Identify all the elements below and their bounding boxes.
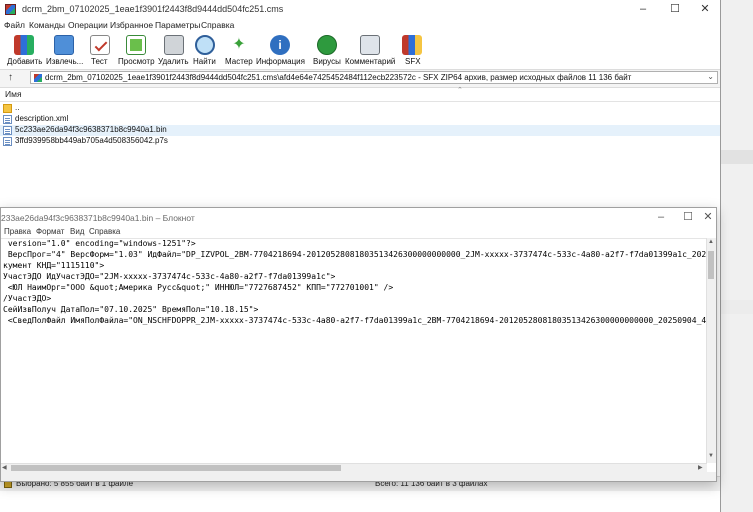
wizard-icon: ✦ xyxy=(232,36,246,53)
menu-format[interactable]: Формат xyxy=(36,227,64,236)
file-icon xyxy=(3,126,12,135)
text-line: СейИзвПолуч ДатаПол="07.10.2025" ВремяПо… xyxy=(3,305,259,314)
comment-label: Комментарий xyxy=(345,57,396,66)
menu-edit[interactable]: Правка xyxy=(4,227,31,236)
sort-chevron-icon: ⌃ xyxy=(457,87,463,94)
text-line: УчастЭДО ИдУчастЭДО="2JM-xxxxx-3737474c-… xyxy=(3,272,336,281)
file-icon xyxy=(3,137,12,146)
text-line: version="1.0" encoding="windows-1251"?> xyxy=(3,239,196,248)
file-row-p7s[interactable]: 3ffd939958bb449ab705a4d508356042.p7s xyxy=(0,136,720,147)
address-field[interactable]: dcrm_2bm_07102025_1eae1f3901f2443f8d9444… xyxy=(30,71,718,84)
find-icon xyxy=(195,35,215,55)
address-bar: ↑ dcrm_2bm_07102025_1eae1f3901f2443f8d94… xyxy=(0,69,720,88)
column-name-header[interactable]: Имя xyxy=(5,89,22,99)
text-line: <СведПолФайл ИмяПолФайла="ON_NSCHFDOPPR_… xyxy=(3,316,707,325)
vertical-scroll-thumb[interactable] xyxy=(708,251,714,279)
file-name: description.xml xyxy=(15,114,69,123)
background-row xyxy=(721,300,753,314)
scroll-up-icon[interactable]: ▲ xyxy=(708,239,714,245)
winrar-titlebar: dcrm_2bm_07102025_1eae1f3901f2443f8d9444… xyxy=(0,0,720,19)
maximize-button[interactable]: ☐ xyxy=(660,0,690,19)
menu-favorites[interactable]: Избранное xyxy=(110,20,153,30)
notepad-close-button[interactable]: ✕ xyxy=(693,208,723,227)
scroll-left-icon[interactable]: ◀ xyxy=(2,464,7,471)
file-row-parent[interactable]: .. xyxy=(0,103,720,114)
up-arrow-icon[interactable]: ↑ xyxy=(8,72,13,83)
file-list-header: Имя ⌃ xyxy=(0,87,720,102)
winrar-toolbar: Добавить Извлечь... Тест Просмотр Удалит… xyxy=(0,31,720,69)
file-icon xyxy=(3,115,12,124)
sfx-icon xyxy=(402,35,422,55)
background-row xyxy=(721,150,753,164)
winrar-app-icon xyxy=(5,4,16,15)
notepad-titlebar: 233ae26da94f3c9638371b8c9940a1.bin – Бло… xyxy=(1,208,716,227)
info-label: Информация xyxy=(256,57,305,66)
test-label: Тест xyxy=(91,57,108,66)
notepad-minimize-button[interactable]: – xyxy=(646,208,676,227)
comment-icon xyxy=(360,35,380,55)
trash-icon xyxy=(164,35,184,55)
notepad-window: 233ae26da94f3c9638371b8c9940a1.bin – Бло… xyxy=(0,207,717,482)
text-line: <ЮЛ НаимОрг="ООО &quot;Америка Русс&quot… xyxy=(3,283,394,292)
view-icon xyxy=(126,35,146,55)
notepad-text-area[interactable]: version="1.0" encoding="windows-1251"?> … xyxy=(1,238,707,464)
menu-operations[interactable]: Операции xyxy=(68,20,108,30)
add-archive-icon xyxy=(14,35,34,55)
folder-icon xyxy=(3,104,12,113)
menu-commands[interactable]: Команды xyxy=(29,20,65,30)
scroll-down-icon[interactable]: ▼ xyxy=(708,453,714,459)
find-label: Найти xyxy=(193,57,216,66)
file-name: 3ffd939958bb449ab705a4d508356042.p7s xyxy=(15,136,168,145)
close-button[interactable]: ✕ xyxy=(690,0,720,19)
file-row-description[interactable]: description.xml xyxy=(0,114,720,125)
sfx-label: SFX xyxy=(405,57,421,66)
menu-help[interactable]: Справка xyxy=(89,227,120,236)
horizontal-scroll-thumb[interactable] xyxy=(11,465,341,471)
winrar-title: dcrm_2bm_07102025_1eae1f3901f2443f8d9444… xyxy=(22,4,284,14)
winrar-menubar: Файл Команды Операции Избранное Параметр… xyxy=(0,19,720,31)
file-row-bin[interactable]: 5c233ae26da94f3c9638371b8c9940a1.bin xyxy=(0,125,720,136)
view-label: Просмотр xyxy=(118,57,155,66)
archive-icon xyxy=(34,74,42,82)
scroll-right-icon[interactable]: ▶ xyxy=(698,464,703,471)
file-name: .. xyxy=(15,103,20,112)
notepad-title: 233ae26da94f3c9638371b8c9940a1.bin – Бло… xyxy=(1,213,195,223)
delete-label: Удалить xyxy=(158,57,189,66)
menu-view[interactable]: Вид xyxy=(70,227,84,236)
notepad-menubar: Правка Формат Вид Справка xyxy=(1,227,716,238)
extract-label: Извлечь... xyxy=(46,57,84,66)
virus-label: Вирусы xyxy=(313,57,341,66)
add-label: Добавить xyxy=(7,57,43,66)
text-line: ВерсПрог="4" ВерсФорм="1.03" ИдФайл="DP_… xyxy=(3,250,707,259)
text-line: /УчастЭДО> xyxy=(3,294,52,303)
text-line: кумент КНД="1115110"> xyxy=(3,261,105,270)
virus-icon xyxy=(317,35,337,55)
address-path: dcrm_2bm_07102025_1eae1f3901f2443f8d9444… xyxy=(45,73,632,82)
wizard-label: Мастер xyxy=(225,57,253,66)
notepad-statusbar xyxy=(1,472,716,481)
chevron-down-icon[interactable]: ⌄ xyxy=(707,72,714,81)
extract-folder-icon xyxy=(54,35,74,55)
test-icon xyxy=(90,35,110,55)
menu-options[interactable]: Параметры xyxy=(155,20,200,30)
vertical-scrollbar[interactable]: ▲ ▼ xyxy=(706,238,716,463)
background-window-edge xyxy=(720,0,753,512)
minimize-button[interactable]: – xyxy=(628,0,658,19)
file-name: 5c233ae26da94f3c9638371b8c9940a1.bin xyxy=(15,125,167,134)
menu-file[interactable]: Файл xyxy=(4,20,25,30)
info-icon: i xyxy=(270,35,290,55)
menu-help[interactable]: Справка xyxy=(201,20,234,30)
